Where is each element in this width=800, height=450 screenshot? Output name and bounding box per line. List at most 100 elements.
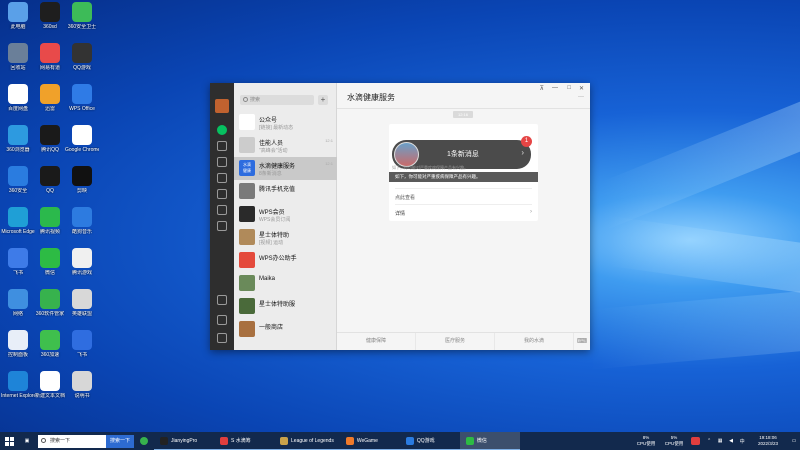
pinned-app-icon[interactable]	[134, 432, 154, 450]
chat-preview: [链接] 最新动态	[259, 125, 294, 131]
network-icon[interactable]: ▦	[718, 438, 723, 444]
desktop-icon[interactable]: WPS Office	[65, 84, 99, 112]
message-card[interactable]: 1条新消息 › 1 如下，你可能对严重疾病保障产品有兴趣。 如下，你可能对严重疾…	[389, 124, 538, 221]
keyboard-icon[interactable]: ⌨	[574, 333, 590, 350]
desktop-icon[interactable]: Internet Explorer	[1, 371, 35, 399]
chat-list-item[interactable]: 水滴 健康 水滴健康服务 8条新消息 12:1	[234, 157, 337, 180]
notification-icon[interactable]: ▭	[788, 432, 800, 450]
chat-title: Maika	[259, 276, 276, 282]
chat-list-item[interactable]: 佳能人员 "高峰会"活动 12:1	[234, 134, 337, 157]
clock[interactable]: 19:18:06 2022/3/23	[748, 435, 788, 447]
desktop-icon[interactable]: 酷狗音乐	[65, 207, 99, 235]
taskbar-app[interactable]: S 水滴筹	[214, 432, 275, 450]
taskbar-search-button[interactable]: 搜索一下	[106, 434, 135, 448]
desktop-icon[interactable]: 360加速	[33, 330, 67, 358]
chat-list-item[interactable]: 星士体特助服	[234, 295, 337, 318]
more-button[interactable]: ···	[578, 94, 584, 100]
desktop-icon[interactable]: 腾讯视频	[33, 207, 67, 235]
chat-list-item[interactable]: 腾讯手机充值	[234, 180, 337, 203]
chat-list: 公众号 [链接] 最新动态 佳能人员 "高峰会"活动 12:1 水滴 健康 水滴健康服务 8条…	[234, 111, 337, 341]
user-avatar[interactable]	[215, 99, 229, 113]
menu-tab-health[interactable]: 健康保障	[337, 333, 416, 350]
desktop-icon[interactable]: QQ游戏	[65, 43, 99, 71]
channels-icon[interactable]	[217, 221, 227, 231]
desktop-icon[interactable]: 飞书	[1, 248, 35, 276]
search-input[interactable]: 搜索	[240, 95, 314, 105]
desktop-icon[interactable]: 百度网盘	[1, 84, 35, 112]
desktop-icon[interactable]: QQ	[33, 166, 67, 194]
minimize-button[interactable]: —	[552, 85, 558, 91]
taskbar-search-input[interactable]: 搜索一下	[38, 434, 106, 448]
desktop-icon[interactable]: 英雄联盟	[65, 289, 99, 317]
desktop-icon[interactable]: 腾讯游戏	[65, 248, 99, 276]
pin-icon[interactable]: ⊼	[540, 85, 544, 92]
chat-icon[interactable]	[217, 125, 227, 135]
chat-list-item[interactable]: Maika	[234, 272, 337, 295]
taskbar-app-label: QQ游戏	[416, 438, 435, 444]
ime-icon[interactable]: 中	[740, 438, 745, 445]
chat-avatar	[239, 252, 255, 268]
app-icon	[405, 436, 414, 445]
mini-program-icon[interactable]	[217, 205, 227, 215]
view-more-link[interactable]: 点此查看	[395, 194, 415, 201]
desktop-icon[interactable]: 微信	[33, 248, 67, 276]
desktop-icon[interactable]: 剪映	[65, 166, 99, 194]
settings-icon[interactable]	[217, 315, 227, 325]
computer-icon	[8, 2, 28, 22]
chat-list-item[interactable]: 公众号 [链接] 最新动态	[234, 111, 337, 134]
desktop-icon[interactable]: 腾讯QQ	[33, 125, 67, 153]
app-icon	[72, 330, 92, 350]
desktop-icon[interactable]: 此电脑	[1, 2, 35, 30]
taskbar-app[interactable]: JianyingPro	[154, 432, 215, 450]
desktop-icon[interactable]: 飞书	[65, 330, 99, 358]
desktop-icon[interactable]: 360sd	[33, 2, 67, 30]
hint-highlight: 如下，你可能对严重疾病保障产品有兴趣。	[389, 172, 538, 182]
task-view-icon[interactable]: ▣	[18, 432, 36, 450]
desktop-icon[interactable]: 说明书	[65, 371, 99, 399]
desktop-icon[interactable]: 360软件管家	[33, 289, 67, 317]
desktop-icon[interactable]: Microsoft Edge	[1, 207, 35, 235]
chevron-up-icon[interactable]: ⌃	[707, 438, 711, 444]
menu-tab-medical[interactable]: 医疗服务	[416, 333, 495, 350]
favorites-icon[interactable]	[217, 157, 227, 167]
desktop-icon[interactable]: 控制面板	[1, 330, 35, 358]
moments-icon[interactable]	[217, 189, 227, 199]
chat-list-item[interactable]: 一般商店	[234, 318, 337, 341]
taskbar-search-placeholder: 搜索一下	[50, 437, 71, 444]
desktop-icon-label: 腾讯游戏	[71, 270, 92, 276]
desktop-icon[interactable]: 迅雷	[33, 84, 67, 112]
chat-list-item[interactable]: WPS办公助手	[234, 249, 337, 272]
chat-list-item[interactable]: 星士体特助 [视频] 运动	[234, 226, 337, 249]
desktop-icon[interactable]: 360安全卫士	[65, 2, 99, 30]
taskbar-app[interactable]: League of Legends	[274, 432, 340, 450]
tray-app-icon[interactable]	[691, 437, 701, 445]
desktop-icon-label: 360浏览器	[6, 147, 30, 153]
details-link[interactable]: 详情	[395, 210, 405, 217]
chat-title: 水滴健康服务	[347, 93, 395, 102]
menu-tab-mine[interactable]: 我的水滴	[495, 333, 574, 350]
taskbar-app[interactable]: WeGame	[339, 432, 400, 450]
add-button[interactable]: +	[318, 95, 328, 105]
maximize-button[interactable]: □	[567, 85, 571, 91]
desktop-icon[interactable]: 新建文本文档	[33, 371, 67, 399]
menu-icon[interactable]	[217, 333, 227, 343]
desktop-icon[interactable]: 360浏览器	[1, 125, 35, 153]
app-icon	[8, 84, 28, 104]
volume-icon[interactable]: ◀	[729, 438, 733, 444]
close-button[interactable]: ✕	[579, 85, 584, 92]
chat-list-item[interactable]: WPS会员 WPS会员订阅	[234, 203, 337, 226]
taskbar-app[interactable]: QQ游戏	[399, 432, 460, 450]
chat-avatar	[239, 137, 255, 153]
phone-icon[interactable]	[217, 295, 227, 305]
files-icon[interactable]	[217, 173, 227, 183]
taskbar-app[interactable]: 微信	[459, 432, 520, 450]
desktop-icon-label: QQ游戏	[73, 65, 91, 71]
desktop-icon[interactable]: 网易有道	[33, 43, 67, 71]
app-icon	[220, 436, 229, 445]
desktop-icon[interactable]: 回收站	[1, 43, 35, 71]
desktop-icon[interactable]: 360安全	[1, 166, 35, 194]
start-button[interactable]	[0, 432, 18, 450]
desktop-icon[interactable]: Google Chrome	[65, 125, 99, 153]
desktop-icon[interactable]: 网络	[1, 289, 35, 317]
contacts-icon[interactable]	[217, 141, 227, 151]
